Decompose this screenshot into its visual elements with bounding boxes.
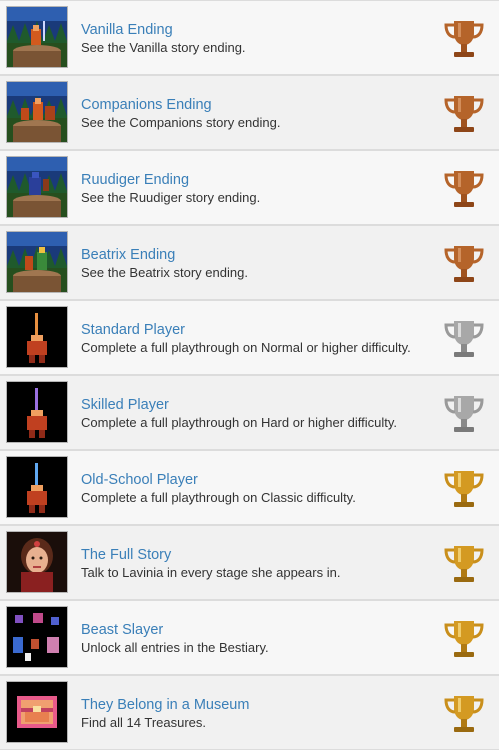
bronze-trophy-icon	[442, 242, 486, 286]
achievement-list: Vanilla Ending See the Vanilla story end…	[0, 0, 500, 756]
achievement-description: Find all 14 Treasures.	[81, 715, 207, 730]
achievement-title[interactable]: The Full Story	[81, 547, 171, 563]
achievement-title[interactable]: Standard Player	[81, 322, 185, 338]
achievement-title[interactable]: Vanilla Ending	[81, 22, 173, 38]
bronze-trophy-icon	[442, 92, 486, 136]
achievement-description: See the Companions story ending.	[81, 115, 281, 130]
achievement-image	[6, 231, 68, 293]
achievement-image	[6, 606, 68, 668]
achievement-row[interactable]: Old-School Player Complete a full playth…	[0, 450, 499, 525]
achievement-image	[6, 681, 68, 743]
achievement-row[interactable]: Skilled Player Complete a full playthrou…	[0, 375, 499, 450]
achievement-title[interactable]: Skilled Player	[81, 397, 169, 413]
achievement-description: See the Beatrix story ending.	[81, 265, 248, 280]
achievement-row[interactable]: Ruudiger Ending See the Ruudiger story e…	[0, 150, 499, 225]
achievement-description: Talk to Lavinia in every stage she appea…	[81, 565, 341, 580]
silver-trophy-icon	[442, 317, 486, 361]
achievement-row[interactable]: Beast Slayer Unlock all entries in the B…	[0, 600, 499, 675]
achievement-image	[6, 156, 68, 218]
achievement-row[interactable]: Beatrix Ending See the Beatrix story end…	[0, 225, 499, 300]
achievement-title[interactable]: Old-School Player	[81, 472, 198, 488]
achievement-row[interactable]: Vanilla Ending See the Vanilla story end…	[0, 0, 499, 75]
achievement-title[interactable]: Companions Ending	[81, 97, 212, 113]
achievement-image	[6, 306, 68, 368]
achievement-image	[6, 6, 68, 68]
achievement-description: Complete a full playthrough on Classic d…	[81, 490, 356, 505]
achievement-description: Unlock all entries in the Bestiary.	[81, 640, 269, 655]
achievement-title[interactable]: Beatrix Ending	[81, 247, 175, 263]
gold-trophy-icon	[442, 617, 486, 661]
achievement-row[interactable]: Companions Ending See the Companions sto…	[0, 75, 499, 150]
bronze-trophy-icon	[442, 17, 486, 61]
achievement-description: See the Ruudiger story ending.	[81, 190, 261, 205]
achievement-image	[6, 531, 68, 593]
bronze-trophy-icon	[442, 167, 486, 211]
achievement-description: Complete a full playthrough on Hard or h…	[81, 415, 398, 430]
achievement-row[interactable]: They Belong in a Museum Find all 14 Trea…	[0, 675, 499, 750]
gold-trophy-icon	[442, 542, 486, 586]
achievement-title[interactable]: They Belong in a Museum	[81, 697, 249, 713]
achievement-image	[6, 81, 68, 143]
gold-trophy-icon	[442, 467, 486, 511]
achievement-title[interactable]: Ruudiger Ending	[81, 172, 189, 188]
achievement-image	[6, 381, 68, 443]
achievement-image	[6, 456, 68, 518]
achievement-row[interactable]: The Full Story Talk to Lavinia in every …	[0, 525, 499, 600]
achievement-description: Complete a full playthrough on Normal or…	[81, 340, 411, 355]
gold-trophy-icon	[442, 692, 486, 736]
achievement-title[interactable]: Beast Slayer	[81, 622, 163, 638]
silver-trophy-icon	[442, 392, 486, 436]
achievement-description: See the Vanilla story ending.	[81, 40, 246, 55]
achievement-row[interactable]: Standard Player Complete a full playthro…	[0, 300, 499, 375]
